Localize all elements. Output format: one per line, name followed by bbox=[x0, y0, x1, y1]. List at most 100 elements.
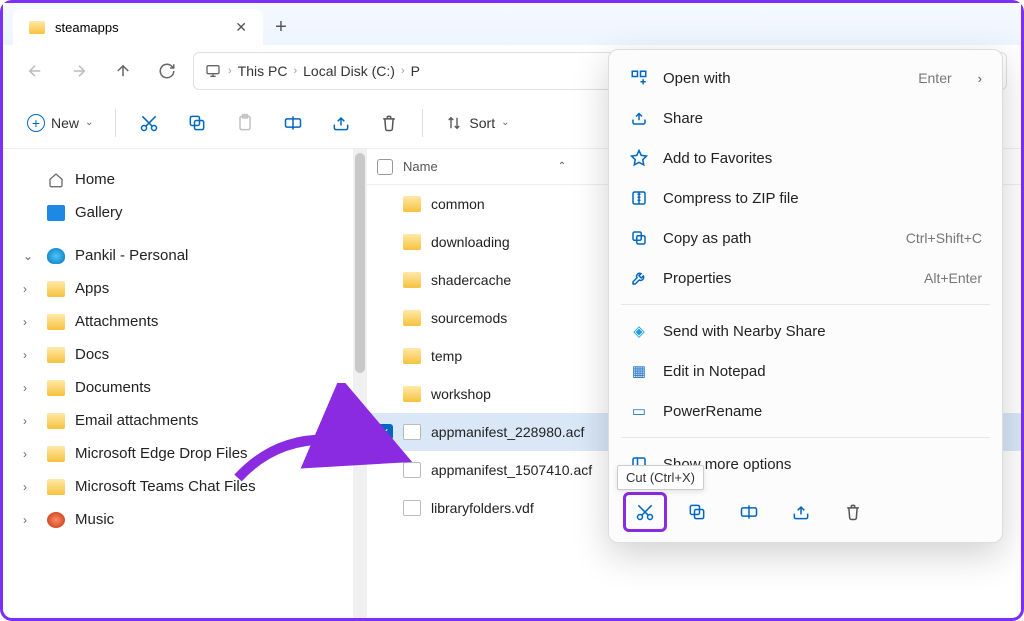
folder-icon bbox=[47, 281, 65, 297]
forward-button[interactable] bbox=[61, 53, 97, 89]
titlebar: steamapps ✕ + bbox=[3, 3, 1021, 45]
folder-icon bbox=[403, 272, 421, 288]
sidebar-item-docs[interactable]: ›Docs bbox=[11, 338, 345, 371]
folder-icon bbox=[47, 314, 65, 330]
ctx-rename-button[interactable] bbox=[727, 492, 771, 532]
chevron-right-icon[interactable]: › bbox=[23, 414, 37, 428]
sidebar-item-apps[interactable]: ›Apps bbox=[11, 272, 345, 305]
checkbox-checked[interactable]: ✓ bbox=[377, 424, 393, 440]
sidebar-label: Home bbox=[75, 171, 115, 188]
file-icon bbox=[403, 500, 421, 516]
ctx-shortcut: Alt+Enter bbox=[924, 270, 982, 286]
ctx-label: Edit in Notepad bbox=[663, 363, 766, 380]
new-button[interactable]: + New ⌄ bbox=[17, 105, 103, 141]
folder-icon bbox=[403, 348, 421, 364]
breadcrumb-item[interactable]: P bbox=[411, 63, 420, 79]
breadcrumb-item[interactable]: Local Disk (C:) bbox=[303, 63, 395, 79]
ctx-nearby-share[interactable]: ◈ Send with Nearby Share bbox=[617, 311, 994, 351]
sidebar-item-attachments[interactable]: ›Attachments bbox=[11, 305, 345, 338]
wrench-icon bbox=[629, 269, 649, 287]
chevron-right-icon[interactable]: › bbox=[23, 282, 37, 296]
sidebar-item-email[interactable]: › Email attachments bbox=[11, 404, 345, 437]
chevron-down-icon[interactable]: ⌄ bbox=[23, 249, 37, 263]
ctx-favorites[interactable]: Add to Favorites bbox=[617, 138, 994, 178]
chevron-right-icon[interactable]: › bbox=[23, 381, 37, 395]
folder-icon bbox=[47, 479, 65, 495]
scroll-thumb[interactable] bbox=[355, 153, 365, 373]
chevron-right-icon[interactable]: › bbox=[23, 447, 37, 461]
ctx-copy-path[interactable]: Copy as path Ctrl+Shift+C bbox=[617, 218, 994, 258]
ctx-label: Share bbox=[663, 110, 703, 127]
chevron-right-icon[interactable]: › bbox=[23, 480, 37, 494]
chevron-down-icon: ⌄ bbox=[85, 117, 93, 128]
star-icon bbox=[629, 149, 649, 167]
window-tab[interactable]: steamapps ✕ bbox=[13, 9, 263, 45]
ctx-share[interactable]: Share bbox=[617, 98, 994, 138]
folder-icon bbox=[47, 413, 65, 429]
sort-label: Sort bbox=[469, 115, 495, 131]
sort-button[interactable]: Sort ⌄ bbox=[435, 105, 519, 141]
folder-icon bbox=[47, 380, 65, 396]
ctx-share-button[interactable] bbox=[779, 492, 823, 532]
sidebar-item-teams[interactable]: ›Microsoft Teams Chat Files bbox=[11, 470, 345, 503]
new-tab-button[interactable]: + bbox=[263, 9, 299, 45]
sidebar-label: Email attachments bbox=[75, 412, 198, 429]
sidebar-item-music[interactable]: › Music bbox=[11, 503, 345, 536]
up-button[interactable] bbox=[105, 53, 141, 89]
folder-icon bbox=[403, 310, 421, 326]
sidebar-item-edge[interactable]: ›Microsoft Edge Drop Files bbox=[11, 437, 345, 470]
gallery-icon bbox=[47, 205, 65, 221]
file-name: temp bbox=[431, 348, 462, 364]
ctx-label: Send with Nearby Share bbox=[663, 323, 826, 340]
tab-title: steamapps bbox=[55, 20, 119, 35]
share-icon bbox=[629, 109, 649, 127]
ctx-properties[interactable]: Properties Alt+Enter bbox=[617, 258, 994, 298]
ctx-open-with[interactable]: Open with Enter › bbox=[617, 58, 994, 98]
file-icon bbox=[403, 424, 421, 440]
sidebar-onedrive[interactable]: ⌄ Pankil - Personal bbox=[11, 239, 345, 272]
chevron-right-icon[interactable]: › bbox=[23, 513, 37, 527]
chevron-right-icon[interactable]: › bbox=[23, 348, 37, 362]
name-column[interactable]: Name bbox=[403, 159, 438, 174]
sidebar-gallery[interactable]: Gallery bbox=[11, 196, 345, 229]
open-with-icon bbox=[629, 69, 649, 87]
sidebar-label: Music bbox=[75, 511, 114, 528]
rename-button[interactable] bbox=[272, 105, 314, 141]
ctx-shortcut: Ctrl+Shift+C bbox=[906, 230, 982, 246]
breadcrumb-item[interactable]: This PC bbox=[238, 63, 288, 79]
copy-path-icon bbox=[629, 229, 649, 247]
delete-button[interactable] bbox=[368, 105, 410, 141]
notepad-icon: ▦ bbox=[629, 362, 649, 380]
share-button[interactable] bbox=[320, 105, 362, 141]
file-name: shadercache bbox=[431, 272, 511, 288]
ctx-label: Copy as path bbox=[663, 230, 751, 247]
ctx-notepad[interactable]: ▦ Edit in Notepad bbox=[617, 351, 994, 391]
select-all-checkbox[interactable] bbox=[377, 159, 393, 175]
chevron-down-icon: ⌄ bbox=[501, 117, 509, 128]
ctx-label: Add to Favorites bbox=[663, 150, 772, 167]
folder-icon bbox=[403, 196, 421, 212]
cut-button[interactable] bbox=[128, 105, 170, 141]
context-quick-actions bbox=[617, 484, 994, 534]
ctx-label: Open with bbox=[663, 70, 731, 87]
ctx-powerrename[interactable]: ▭ PowerRename bbox=[617, 391, 994, 431]
folder-icon bbox=[403, 234, 421, 250]
home-icon bbox=[47, 172, 65, 188]
chevron-right-icon[interactable]: › bbox=[23, 315, 37, 329]
sidebar-item-documents[interactable]: ›Documents bbox=[11, 371, 345, 404]
sidebar-home[interactable]: Home bbox=[11, 163, 345, 196]
ctx-copy-button[interactable] bbox=[675, 492, 719, 532]
chevron-right-icon: › bbox=[228, 65, 232, 77]
ctx-cut-button[interactable] bbox=[623, 492, 667, 532]
copy-button[interactable] bbox=[176, 105, 218, 141]
file-name: appmanifest_228980.acf bbox=[431, 424, 584, 440]
close-tab-button[interactable]: ✕ bbox=[235, 19, 247, 36]
separator bbox=[621, 304, 990, 305]
refresh-button[interactable] bbox=[149, 53, 185, 89]
sidebar-scrollbar[interactable] bbox=[353, 149, 367, 618]
back-button[interactable] bbox=[17, 53, 53, 89]
ctx-delete-button[interactable] bbox=[831, 492, 875, 532]
monitor-icon bbox=[204, 63, 222, 79]
ctx-compress[interactable]: Compress to ZIP file bbox=[617, 178, 994, 218]
paste-button[interactable] bbox=[224, 105, 266, 141]
